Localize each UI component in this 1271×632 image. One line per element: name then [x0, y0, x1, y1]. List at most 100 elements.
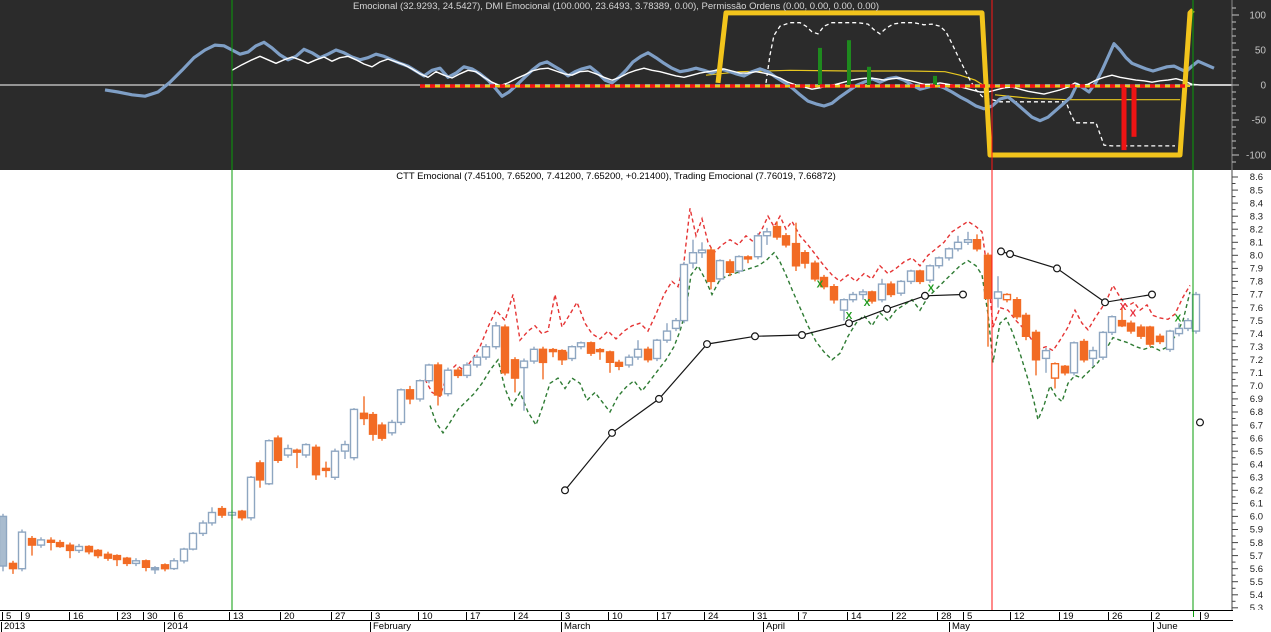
candle: [1050, 362, 1060, 389]
day-tick-separator: [561, 612, 562, 621]
candle: [74, 543, 84, 553]
candle: [800, 250, 810, 269]
price-axis-label: 7.2: [1250, 355, 1263, 366]
time-axis-day-row: 5 9 16 23 30 6 13 20 27 3 10 17 24 3 10 17 24 31 7 14 22 28 5 1…: [0, 610, 1233, 622]
price-axis-label: 6.4: [1250, 459, 1263, 470]
price-axis-label: 5.8: [1250, 538, 1263, 549]
candle-body: [614, 361, 624, 367]
candle-body: [424, 364, 434, 382]
price-axis-label: 5.5: [1250, 577, 1263, 588]
candle: [1165, 329, 1175, 352]
candle-body: [983, 254, 993, 300]
candle: [567, 345, 577, 362]
order-circle-marker: [1195, 418, 1204, 427]
candle: [781, 233, 791, 248]
red-x-marker: X: [1120, 302, 1127, 313]
candle: [340, 440, 350, 459]
day-tick-separator: [418, 612, 419, 621]
zigzag-line: [564, 293, 964, 491]
candle-body: [246, 476, 256, 519]
candle-body: [264, 440, 274, 485]
day-tick-separator: [847, 612, 848, 621]
price-axis-label: 7.3: [1250, 342, 1263, 353]
candle: [65, 542, 75, 559]
candle: [643, 346, 653, 363]
candle: [453, 367, 463, 379]
candle-body: [697, 249, 707, 254]
candle-body: [519, 360, 529, 369]
candle: [953, 235, 963, 252]
candle-body: [643, 348, 653, 361]
candle-body: [1117, 319, 1127, 327]
candle: [207, 507, 217, 526]
candle-body: [198, 522, 208, 535]
green-x-marker: X: [864, 298, 871, 309]
candle-body: [46, 539, 56, 543]
candle: [405, 385, 415, 405]
candle: [396, 388, 406, 426]
price-axis-label: 5.4: [1250, 590, 1263, 601]
candle-body: [207, 511, 217, 524]
candle: [662, 323, 672, 343]
green-x-marker: X: [817, 280, 824, 291]
candle: [349, 408, 359, 461]
candle-body: [93, 549, 103, 557]
candle-body: [169, 560, 179, 570]
candle-body: [405, 389, 415, 400]
candle: [697, 242, 707, 258]
oscillator-plot-area[interactable]: 100 50 0 -50 -100: [0, 0, 1271, 170]
price-axis-label: 5.6: [1250, 564, 1263, 575]
trading-chart-window: 100 50 0 -50 -100 Emocional (32.9293, 24.542…: [0, 0, 1271, 632]
candle-body: [1174, 327, 1184, 335]
day-tick-separator: [937, 612, 938, 621]
day-tick-separator: [753, 612, 754, 621]
candle-body: [74, 545, 84, 552]
candle: [359, 396, 369, 426]
candle: [377, 422, 387, 441]
candle: [424, 363, 434, 384]
candle-body: [743, 256, 753, 260]
candle: [217, 506, 227, 518]
candle-body: [283, 447, 293, 456]
price-axis-label: 6.2: [1250, 486, 1263, 497]
candle-body: [377, 424, 387, 439]
candle: [292, 448, 302, 469]
candle: [743, 255, 753, 264]
candle: [500, 324, 510, 376]
month-separator: [164, 622, 165, 632]
candle-body: [368, 413, 378, 435]
candle-body: [753, 235, 763, 258]
candle-body: [586, 342, 596, 354]
candle: [472, 354, 482, 368]
candle-body: [301, 443, 311, 456]
candle-body: [112, 554, 122, 561]
candle: [688, 239, 698, 269]
month-separator: [949, 622, 950, 632]
candle: [1136, 324, 1146, 339]
day-tick-separator: [174, 612, 175, 621]
day-tick-separator: [280, 612, 281, 621]
candle: [36, 537, 46, 548]
day-tick-separator: [892, 612, 893, 621]
oscillator-panel[interactable]: 100 50 0 -50 -100 Emocional (32.9293, 24.542…: [0, 0, 1271, 170]
month-separator: [1153, 622, 1154, 632]
candle-body: [829, 286, 839, 301]
emocional-blue-line: [104, 40, 1215, 123]
candle: [1021, 312, 1031, 341]
price-axis-label: 8.0: [1250, 251, 1263, 262]
candle-body: [36, 539, 46, 546]
candle: [595, 348, 605, 360]
price-panel[interactable]: X X X X X X X 8.6 8.5 8.4 8.3 8.2 8.1 8.0 7.9 7.8 7.7 7.6…: [0, 170, 1271, 610]
candle-body: [510, 359, 520, 379]
candle-body: [1126, 322, 1136, 332]
candle: [131, 558, 141, 567]
candle-body: [624, 356, 634, 366]
candle-body: [255, 462, 265, 481]
candle-body: [359, 412, 369, 420]
candle: [160, 563, 170, 572]
price-plot-area[interactable]: XXXXXXX8.68.58.48.38.28.18.07.97.87.77.6…: [0, 170, 1271, 610]
candle: [925, 264, 935, 283]
candle: [548, 348, 558, 358]
month-label: March: [564, 621, 591, 632]
price-axis-label: 8.1: [1250, 237, 1263, 248]
